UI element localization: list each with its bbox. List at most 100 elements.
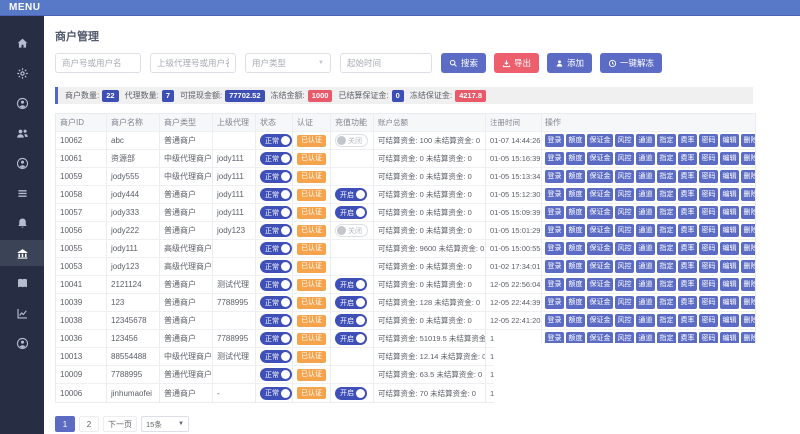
- action-指定-button[interactable]: 指定: [657, 224, 676, 237]
- action-额度-button[interactable]: 额度: [566, 134, 585, 147]
- action-删除-button[interactable]: 删除: [741, 170, 755, 183]
- status-toggle[interactable]: 正常: [260, 188, 292, 201]
- recharge-toggle[interactable]: 开启: [335, 314, 367, 327]
- page-button-2[interactable]: 2: [79, 416, 99, 432]
- action-风控-button[interactable]: 风控: [615, 260, 634, 273]
- status-toggle[interactable]: 正常: [260, 368, 292, 381]
- action-密码-button[interactable]: 密码: [699, 188, 718, 201]
- sidebar-item-home[interactable]: [0, 30, 44, 56]
- action-密码-button[interactable]: 密码: [699, 260, 718, 273]
- recharge-toggle[interactable]: 关闭: [335, 134, 368, 147]
- action-密码-button[interactable]: 密码: [699, 152, 718, 165]
- auth-badge[interactable]: 已认证: [297, 243, 326, 255]
- auth-badge[interactable]: 已认证: [297, 225, 326, 237]
- action-指定-button[interactable]: 指定: [657, 296, 676, 309]
- action-费率-button[interactable]: 费率: [678, 152, 697, 165]
- action-额度-button[interactable]: 额度: [566, 314, 585, 327]
- action-删除-button[interactable]: 删除: [741, 242, 755, 255]
- action-保证金-button[interactable]: 保证金: [587, 224, 613, 237]
- action-指定-button[interactable]: 指定: [657, 260, 676, 273]
- sidebar-item-merchants[interactable]: [0, 240, 44, 266]
- sidebar-item-user[interactable]: [0, 90, 44, 116]
- search-button[interactable]: 搜索: [441, 53, 486, 73]
- status-toggle[interactable]: 正常: [260, 387, 292, 400]
- action-指定-button[interactable]: 指定: [657, 278, 676, 291]
- auth-badge[interactable]: 已认证: [297, 261, 326, 273]
- action-登录-button[interactable]: 登录: [545, 224, 564, 237]
- sidebar-item-settings[interactable]: [0, 60, 44, 86]
- status-toggle[interactable]: 正常: [260, 170, 292, 183]
- action-风控-button[interactable]: 风控: [615, 152, 634, 165]
- action-风控-button[interactable]: 风控: [615, 314, 634, 327]
- action-保证金-button[interactable]: 保证金: [587, 278, 613, 291]
- sidebar-item-account[interactable]: [0, 330, 44, 356]
- sidebar-item-profile[interactable]: [0, 150, 44, 176]
- action-指定-button[interactable]: 指定: [657, 170, 676, 183]
- status-toggle[interactable]: 正常: [260, 224, 292, 237]
- action-费率-button[interactable]: 费率: [678, 242, 697, 255]
- status-toggle[interactable]: 正常: [260, 350, 292, 363]
- action-密码-button[interactable]: 密码: [699, 296, 718, 309]
- action-额度-button[interactable]: 额度: [566, 278, 585, 291]
- recharge-toggle[interactable]: 开启: [335, 278, 367, 291]
- page-size-select[interactable]: 15条 ▼: [141, 416, 189, 432]
- auth-badge[interactable]: 已认证: [297, 171, 326, 183]
- action-编辑-button[interactable]: 编辑: [720, 224, 739, 237]
- action-删除-button[interactable]: 删除: [741, 206, 755, 219]
- status-toggle[interactable]: 正常: [260, 152, 292, 165]
- auth-badge[interactable]: 已认证: [297, 279, 326, 291]
- action-保证金-button[interactable]: 保证金: [587, 296, 613, 309]
- start-time-input[interactable]: [340, 53, 432, 73]
- action-删除-button[interactable]: 删除: [741, 188, 755, 201]
- action-指定-button[interactable]: 指定: [657, 134, 676, 147]
- action-登录-button[interactable]: 登录: [545, 296, 564, 309]
- status-toggle[interactable]: 正常: [260, 314, 292, 327]
- action-删除-button[interactable]: 删除: [741, 224, 755, 237]
- action-额度-button[interactable]: 额度: [566, 170, 585, 183]
- action-密码-button[interactable]: 密码: [699, 242, 718, 255]
- action-密码-button[interactable]: 密码: [699, 134, 718, 147]
- action-指定-button[interactable]: 指定: [657, 242, 676, 255]
- status-toggle[interactable]: 正常: [260, 332, 292, 345]
- action-编辑-button[interactable]: 编辑: [720, 170, 739, 183]
- action-删除-button[interactable]: 删除: [741, 314, 755, 327]
- merchant-search-input[interactable]: [55, 53, 141, 73]
- action-通道-button[interactable]: 通道: [636, 206, 655, 219]
- action-额度-button[interactable]: 额度: [566, 296, 585, 309]
- action-额度-button[interactable]: 额度: [566, 260, 585, 273]
- action-保证金-button[interactable]: 保证金: [587, 242, 613, 255]
- action-通道-button[interactable]: 通道: [636, 224, 655, 237]
- action-保证金-button[interactable]: 保证金: [587, 188, 613, 201]
- action-通道-button[interactable]: 通道: [636, 242, 655, 255]
- add-button[interactable]: 添加: [547, 53, 592, 73]
- export-button[interactable]: 导出: [494, 53, 539, 73]
- sidebar-item-statistics[interactable]: [0, 300, 44, 326]
- agent-search-input[interactable]: [150, 53, 236, 73]
- recharge-toggle[interactable]: 开启: [335, 296, 367, 309]
- action-指定-button[interactable]: 指定: [657, 206, 676, 219]
- action-保证金-button[interactable]: 保证金: [587, 170, 613, 183]
- status-toggle[interactable]: 正常: [260, 260, 292, 273]
- status-toggle[interactable]: 正常: [260, 134, 292, 147]
- action-风控-button[interactable]: 风控: [615, 134, 634, 147]
- action-额度-button[interactable]: 额度: [566, 206, 585, 219]
- sidebar-item-ledger[interactable]: [0, 270, 44, 296]
- action-登录-button[interactable]: 登录: [545, 188, 564, 201]
- action-登录-button[interactable]: 登录: [545, 134, 564, 147]
- status-toggle[interactable]: 正常: [260, 242, 292, 255]
- auth-badge[interactable]: 已认证: [297, 297, 326, 309]
- auth-badge[interactable]: 已认证: [297, 153, 326, 165]
- action-密码-button[interactable]: 密码: [699, 278, 718, 291]
- action-密码-button[interactable]: 密码: [699, 314, 718, 327]
- action-额度-button[interactable]: 额度: [566, 188, 585, 201]
- action-保证金-button[interactable]: 保证金: [587, 152, 613, 165]
- action-通道-button[interactable]: 通道: [636, 152, 655, 165]
- action-编辑-button[interactable]: 编辑: [720, 260, 739, 273]
- action-费率-button[interactable]: 费率: [678, 314, 697, 327]
- action-密码-button[interactable]: 密码: [699, 206, 718, 219]
- action-编辑-button[interactable]: 编辑: [720, 314, 739, 327]
- sidebar-item-users[interactable]: [0, 120, 44, 146]
- recharge-toggle[interactable]: 开启: [335, 332, 367, 345]
- action-风控-button[interactable]: 风控: [615, 170, 634, 183]
- action-通道-button[interactable]: 通道: [636, 296, 655, 309]
